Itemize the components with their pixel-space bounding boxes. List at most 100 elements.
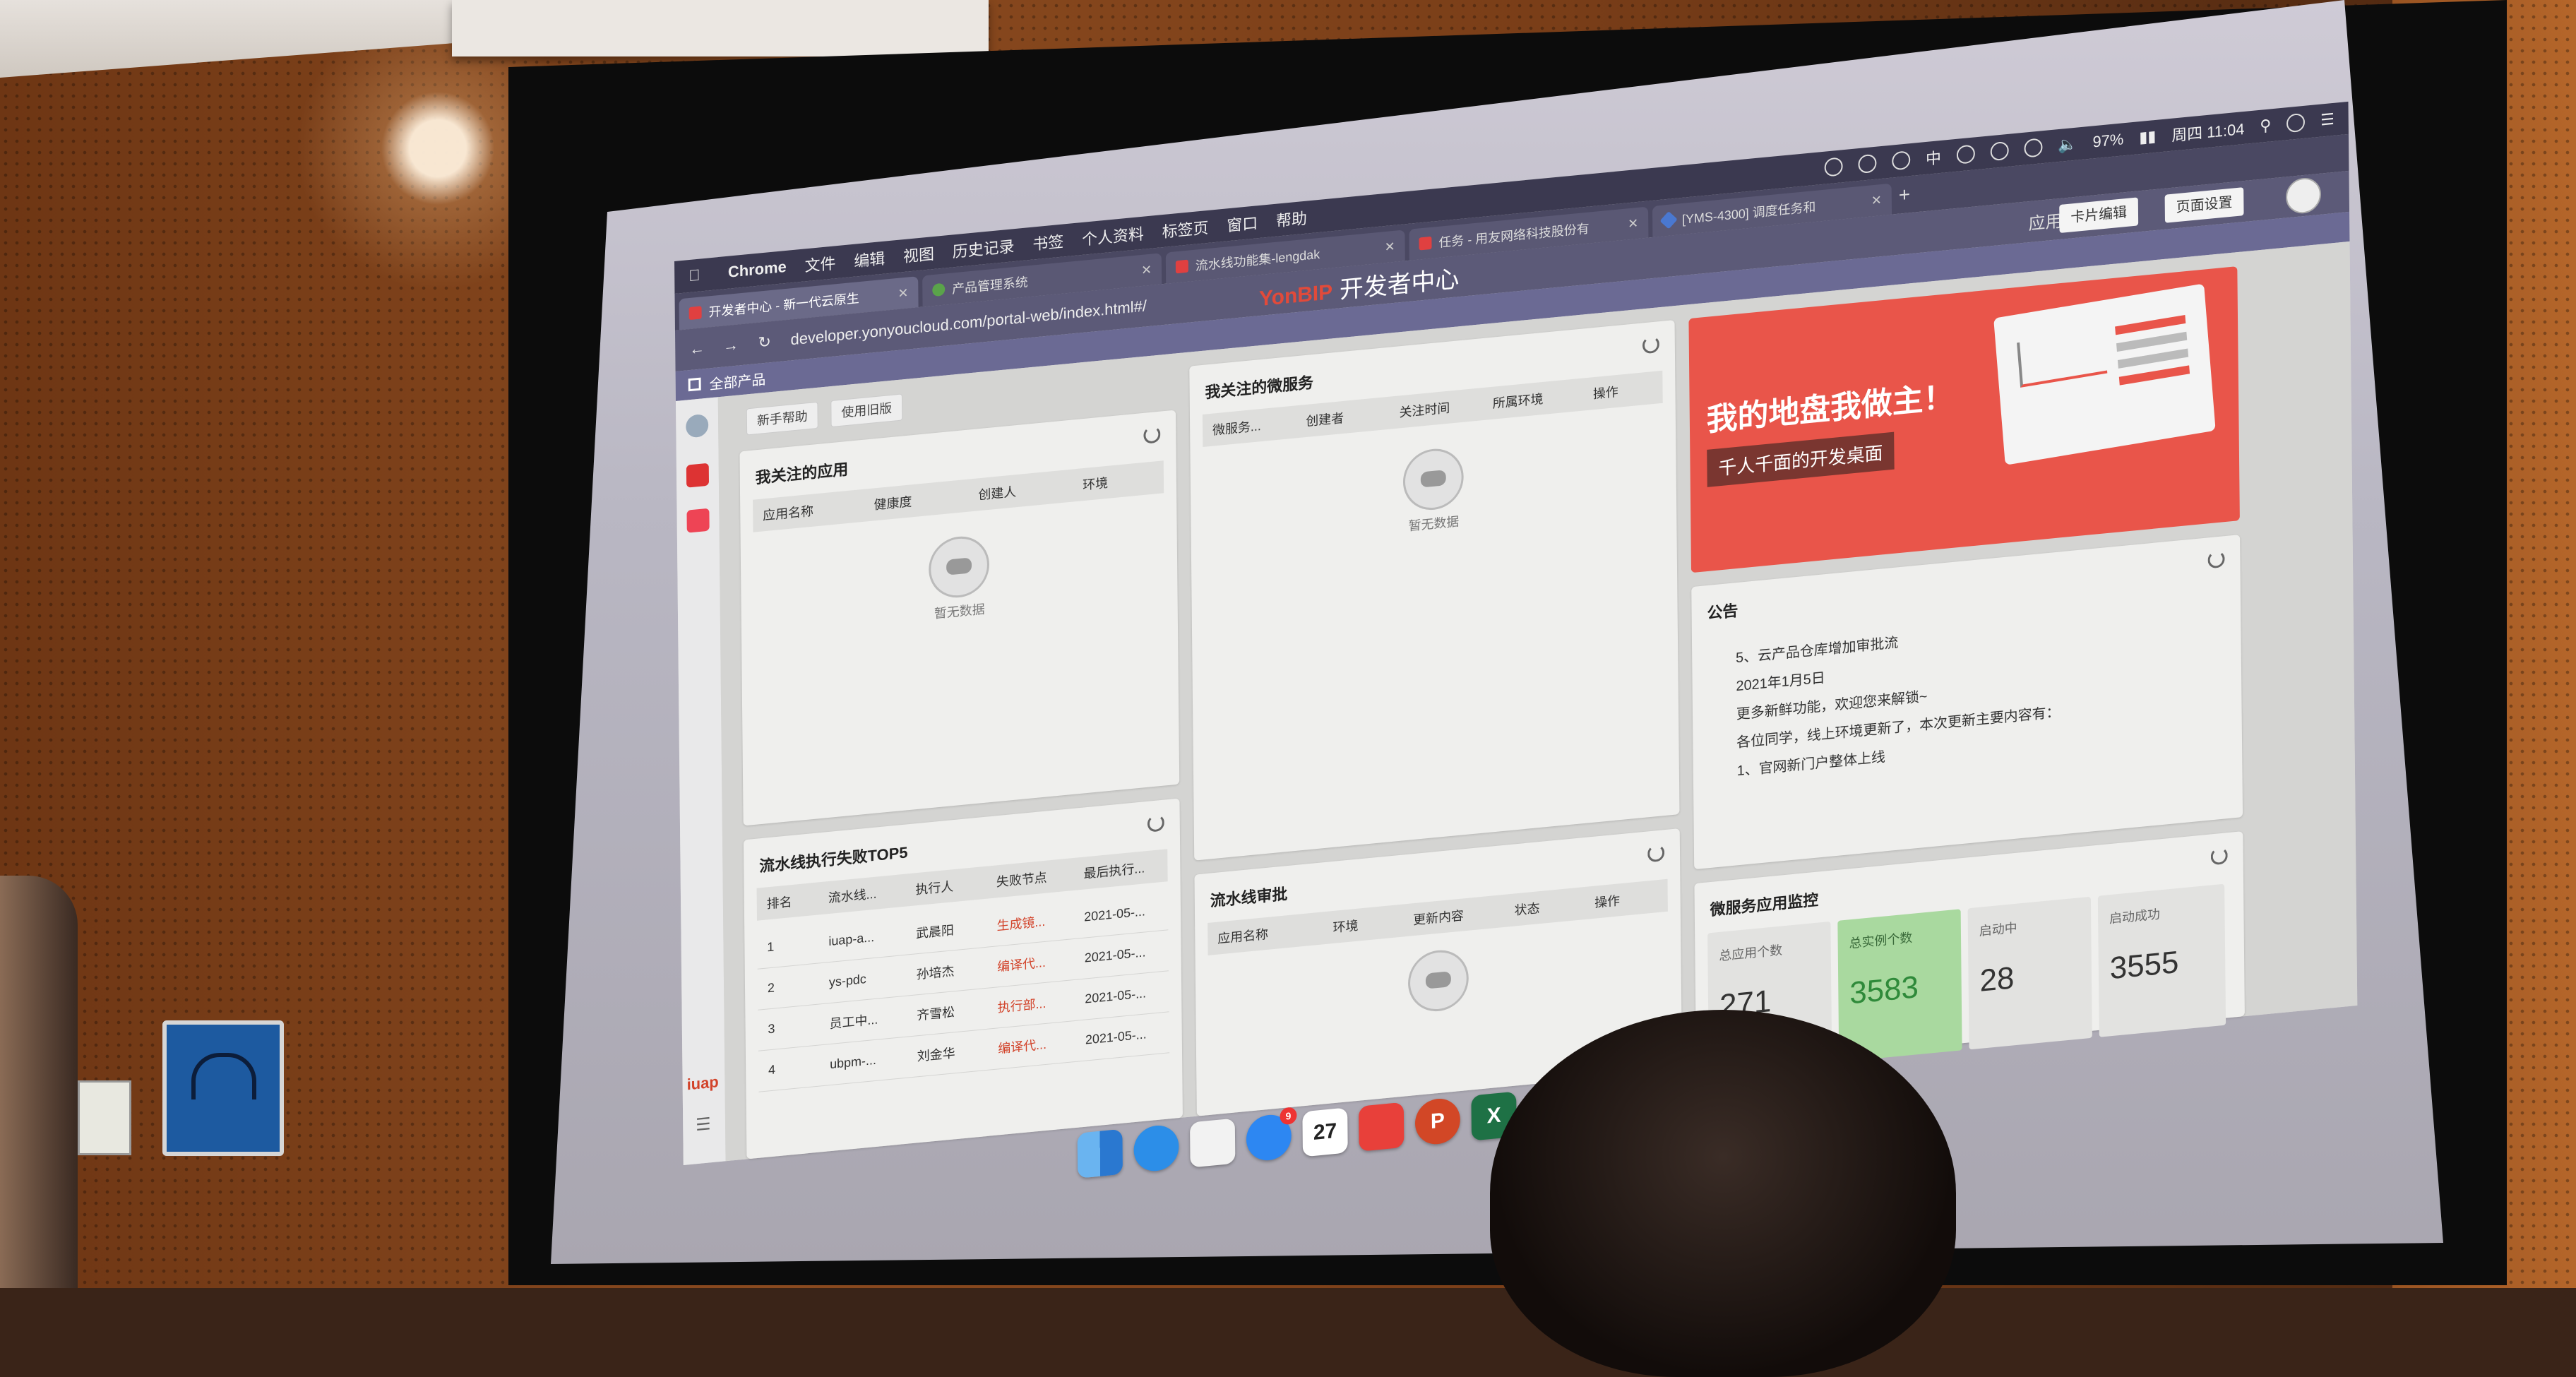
column-header[interactable]: 环境 xyxy=(1323,912,1404,938)
stat-started[interactable]: 启动成功 3555 xyxy=(2097,883,2226,1037)
menu-file[interactable]: 文件 xyxy=(804,251,836,276)
volume-icon[interactable]: 🔈 xyxy=(2058,135,2077,155)
banner-headline: 我的地盘我做主！ xyxy=(1706,379,1955,438)
empty-robot-icon xyxy=(1407,947,1469,1014)
old-version-button[interactable]: 使用旧版 xyxy=(830,393,903,428)
new-tab-icon[interactable]: + xyxy=(1899,183,1911,207)
menu-tabs[interactable]: 标签页 xyxy=(1162,215,1209,242)
column-header[interactable]: 关注时间 xyxy=(1389,395,1483,422)
control-center-icon[interactable]: ☰ xyxy=(2320,110,2334,130)
menu-history[interactable]: 历史记录 xyxy=(953,234,1015,262)
notes-icon[interactable] xyxy=(1190,1118,1236,1168)
menu-profile[interactable]: 个人资料 xyxy=(1082,222,1144,250)
stat-starting[interactable]: 启动中 28 xyxy=(1967,896,2092,1050)
wifi-icon[interactable] xyxy=(2024,138,2043,158)
column-header[interactable]: 状态 xyxy=(1505,894,1585,920)
wechat-icon[interactable] xyxy=(1824,157,1843,177)
last-run-cell: 2021-05-... xyxy=(1085,1026,1147,1047)
column-header[interactable]: 创建者 xyxy=(1296,404,1390,431)
card-title: 公告 xyxy=(1707,601,1739,623)
refresh-icon[interactable] xyxy=(1147,813,1164,833)
failed-node-cell[interactable]: 编译代... xyxy=(988,1032,1075,1059)
column-header[interactable]: 失败节点 xyxy=(986,865,1074,892)
column-header[interactable]: 操作 xyxy=(1585,886,1665,912)
column-header[interactable]: 创建人 xyxy=(968,477,1073,505)
promo-banner[interactable]: 我的地盘我做主！ 千人千面的开发桌面 xyxy=(1688,266,2240,573)
siri-icon[interactable] xyxy=(2286,112,2306,133)
light-switch xyxy=(78,1080,131,1155)
battery-percent[interactable]: 97% xyxy=(2092,130,2123,151)
favorite-icon[interactable] xyxy=(686,463,710,488)
powerpoint-icon[interactable]: P xyxy=(1414,1097,1461,1147)
refresh-icon[interactable] xyxy=(2207,550,2225,569)
card-edit-button[interactable]: 卡片编辑 xyxy=(2059,197,2139,234)
column-header[interactable]: 最后执行... xyxy=(1074,856,1168,883)
pipeline-name-cell[interactable]: 员工中... xyxy=(820,1007,907,1034)
apple-icon[interactable]:  xyxy=(688,265,710,285)
close-icon[interactable]: ✕ xyxy=(1141,262,1152,278)
calendar-day: 27 xyxy=(1313,1119,1337,1145)
announcement-line[interactable]: 5、云产品仓库增加审批流 xyxy=(1736,631,1898,667)
column-header[interactable]: 执行人 xyxy=(905,874,986,900)
gitlab-favicon-icon xyxy=(1175,259,1188,274)
menu-help[interactable]: 帮助 xyxy=(1276,206,1307,232)
pipeline-name-cell[interactable]: iuap-a... xyxy=(818,926,906,950)
input-method[interactable]: 中 xyxy=(1926,145,1941,169)
avatar[interactable] xyxy=(2285,176,2322,215)
refresh-icon[interactable] xyxy=(1642,335,1660,354)
menu-edit[interactable]: 编辑 xyxy=(854,246,885,272)
column-header[interactable]: 更新内容 xyxy=(1403,902,1505,930)
column-header[interactable]: 操作 xyxy=(1583,378,1663,404)
menu-view[interactable]: 视图 xyxy=(903,242,934,267)
projector-housing xyxy=(452,0,989,56)
refresh-icon[interactable] xyxy=(1143,425,1161,444)
column-header[interactable]: 环境 xyxy=(1073,467,1164,494)
safari-icon[interactable] xyxy=(1133,1123,1179,1174)
appstore-icon[interactable]: 9 xyxy=(1246,1107,1297,1162)
stat-total-instances[interactable]: 总实例个数 3583 xyxy=(1837,909,1962,1062)
cloud-icon[interactable] xyxy=(1858,153,1877,174)
leaf-favicon-icon xyxy=(932,282,946,297)
close-icon[interactable]: ✕ xyxy=(1628,215,1638,231)
failed-node-cell[interactable]: 编译代... xyxy=(987,950,1075,977)
app-icon[interactable] xyxy=(686,508,710,533)
all-products-link[interactable]: 全部产品 xyxy=(709,367,765,393)
back-icon[interactable]: ← xyxy=(685,338,709,359)
failed-node-cell[interactable]: 生成镜... xyxy=(986,909,1074,936)
announcement-line: 2021年1月5日 xyxy=(1736,670,1825,695)
reload-icon[interactable]: ↻ xyxy=(753,332,777,352)
rank-cell: 2 xyxy=(767,979,775,995)
menu-bookmarks[interactable]: 书签 xyxy=(1032,229,1063,254)
pipeline-name-cell[interactable]: ubpm-... xyxy=(820,1049,907,1073)
close-icon[interactable]: ✕ xyxy=(898,285,908,301)
calendar-icon[interactable]: 27 xyxy=(1302,1107,1348,1157)
clock[interactable]: 周四 11:04 xyxy=(2171,117,2244,146)
column-header[interactable]: 应用名称 xyxy=(753,496,864,525)
close-icon[interactable]: ✕ xyxy=(1385,239,1395,254)
column-header[interactable]: 健康度 xyxy=(864,487,969,515)
column-header[interactable]: 应用名称 xyxy=(1208,919,1323,948)
mic-icon[interactable] xyxy=(1892,150,1911,171)
pipeline-name-cell[interactable]: ys-pdc xyxy=(819,967,907,991)
page-settings-button[interactable]: 页面设置 xyxy=(2164,187,2244,223)
column-header[interactable]: 排名 xyxy=(757,889,818,913)
column-header[interactable]: 所属环境 xyxy=(1483,386,1583,414)
bluetooth-icon[interactable] xyxy=(1990,141,2009,162)
add-icon[interactable] xyxy=(686,413,709,439)
column-header[interactable]: 微服务... xyxy=(1203,412,1296,440)
finder-icon[interactable] xyxy=(1077,1128,1123,1179)
menu-icon[interactable]: ☰ xyxy=(696,1114,711,1135)
refresh-icon[interactable] xyxy=(1647,844,1665,863)
menu-app-name[interactable]: Chrome xyxy=(728,258,787,282)
refresh-icon[interactable] xyxy=(2210,847,2228,866)
time-machine-icon[interactable] xyxy=(1956,144,1975,165)
failed-node-cell[interactable]: 执行部... xyxy=(988,991,1075,1018)
menu-window[interactable]: 窗口 xyxy=(1227,210,1258,236)
close-icon[interactable]: ✕ xyxy=(1871,192,1882,208)
column-header[interactable]: 流水线... xyxy=(818,881,906,908)
spotlight-icon[interactable]: ⚲ xyxy=(2260,116,2271,136)
forward-icon[interactable]: → xyxy=(719,335,743,356)
music-icon[interactable] xyxy=(1359,1102,1405,1152)
notification-badge: 9 xyxy=(1280,1107,1297,1126)
beginner-help-button[interactable]: 新手帮助 xyxy=(746,401,818,436)
